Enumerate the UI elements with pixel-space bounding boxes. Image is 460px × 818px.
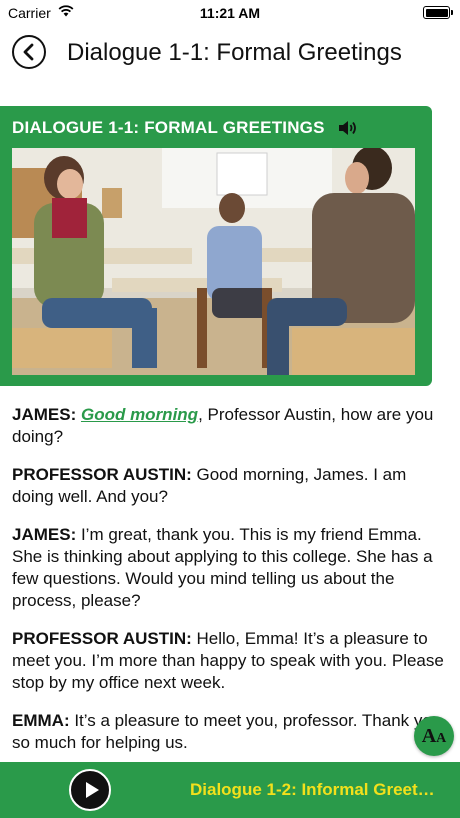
speaker-icon[interactable] <box>338 120 358 136</box>
navigation-bar: Dialogue 1-1: Formal Greetings <box>0 26 460 82</box>
dialogue-line: EMMA: It’s a pleasure to meet you, profe… <box>12 710 448 754</box>
line-text: It’s a pleasure to meet you, professor. … <box>12 711 442 752</box>
play-button[interactable] <box>69 769 111 811</box>
next-dialogue-link[interactable]: Dialogue 1-2: Informal Greet… <box>190 780 435 800</box>
dialogue-line: JAMES: Good morning, Professor Austin, h… <box>12 404 448 448</box>
status-bar: Carrier 11:21 AM <box>0 0 460 26</box>
speaker-name: JAMES: <box>12 525 77 544</box>
battery-icon <box>423 6 453 19</box>
line-text: , Professor Austin, how are you doing? <box>12 405 434 446</box>
dialogue-photo <box>12 148 415 375</box>
play-icon <box>86 782 99 798</box>
dialogue-line: JAMES: I’m great, thank you. This is my … <box>12 524 448 612</box>
chevron-left-icon <box>23 43 34 61</box>
status-time: 11:21 AM <box>199 5 261 21</box>
font-size-small-glyph: A <box>436 731 447 746</box>
speaker-name: PROFESSOR AUSTIN: <box>12 465 192 484</box>
vocabulary-link[interactable]: Good morning <box>81 405 198 424</box>
font-size-button[interactable]: AA <box>414 716 454 756</box>
font-size-large-glyph: A <box>421 725 437 747</box>
card-header: DIALOGUE 1-1: FORMAL GREETINGS <box>12 118 325 137</box>
dialogue-card: DIALOGUE 1-1: FORMAL GREETINGS <box>0 106 432 386</box>
line-text: I’m great, thank you. This is my friend … <box>12 525 433 610</box>
page-title: Dialogue 1-1: Formal Greetings <box>67 39 402 66</box>
speaker-name: PROFESSOR AUSTIN: <box>12 629 192 648</box>
dialogue-text: JAMES: Good morning, Professor Austin, h… <box>12 404 448 770</box>
dialogue-line: PROFESSOR AUSTIN: Hello, Emma! It’s a pl… <box>12 628 448 694</box>
bottom-bar: Dialogue 1-2: Informal Greet… <box>0 762 460 818</box>
speaker-name: JAMES: <box>12 405 77 424</box>
speaker-name: EMMA: <box>12 711 70 730</box>
dialogue-line: PROFESSOR AUSTIN: Good morning, James. I… <box>12 464 448 508</box>
back-button[interactable] <box>12 35 46 69</box>
